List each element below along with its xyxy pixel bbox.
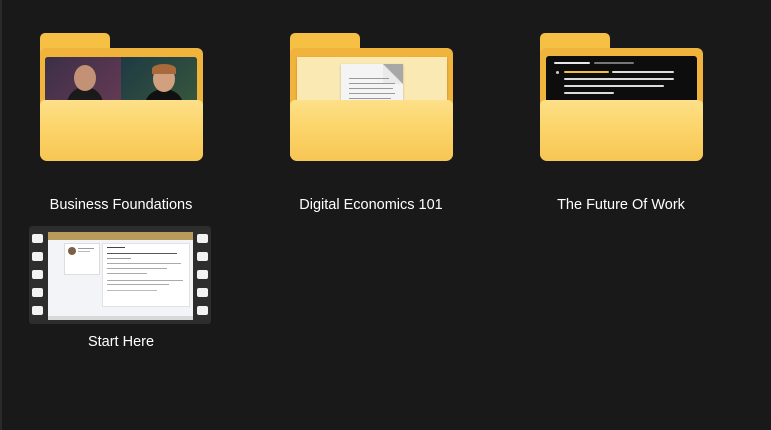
slide-text-line xyxy=(612,71,674,73)
text-line xyxy=(107,263,181,264)
film-sprocket xyxy=(32,270,43,279)
text-line xyxy=(107,290,157,291)
file-explorer-view: Business Foundations Digital Economics 1… xyxy=(0,0,771,430)
folder-front xyxy=(290,100,453,161)
webpage-thumbnail xyxy=(48,232,193,320)
video-file-icon xyxy=(21,224,221,324)
film-strip xyxy=(29,226,211,324)
folder-front xyxy=(540,100,703,161)
film-sprocket xyxy=(32,306,43,315)
film-sprocket xyxy=(197,234,208,243)
text-line xyxy=(107,247,125,248)
folder-icon xyxy=(521,30,721,165)
text-line xyxy=(349,78,389,79)
page-corner-fold xyxy=(383,64,403,84)
page-header-bar xyxy=(48,232,193,240)
folder-icon xyxy=(21,30,221,165)
folder-business-foundations[interactable]: Business Foundations xyxy=(21,30,221,220)
folder-digital-economics-101[interactable]: Digital Economics 101 xyxy=(271,30,471,220)
film-sprocket xyxy=(197,306,208,315)
text-line xyxy=(78,251,90,252)
profile-card xyxy=(64,243,100,275)
folder-icon xyxy=(271,30,471,165)
text-line xyxy=(107,284,169,285)
film-sprocket xyxy=(32,288,43,297)
text-line xyxy=(107,253,177,254)
folder-front xyxy=(40,100,203,161)
film-sprocket xyxy=(197,288,208,297)
profile-avatar xyxy=(68,247,76,255)
text-line xyxy=(349,98,391,99)
text-line xyxy=(107,268,167,269)
folder-label: Business Foundations xyxy=(49,197,193,213)
film-sprocket xyxy=(197,270,208,279)
slide-text-line xyxy=(564,92,614,94)
folder-the-future-of-work[interactable]: The Future Of Work xyxy=(521,30,721,220)
text-line xyxy=(78,248,94,249)
film-sprocket xyxy=(197,252,208,261)
slide-text-highlight xyxy=(564,71,609,73)
slide-heading-line xyxy=(554,62,590,64)
slide-text-line xyxy=(564,85,664,87)
text-line xyxy=(107,273,147,274)
pane-divider xyxy=(0,0,2,430)
text-line xyxy=(107,280,183,281)
film-sprocket xyxy=(32,252,43,261)
participant-right-hair xyxy=(152,64,176,74)
slide-subheading-line xyxy=(594,62,634,64)
folder-label: The Future Of Work xyxy=(557,197,685,213)
slide-text-line xyxy=(564,78,674,80)
film-sprocket xyxy=(32,234,43,243)
participant-left-head xyxy=(74,65,96,91)
bullet-dot xyxy=(556,71,559,74)
text-line xyxy=(349,93,395,94)
video-start-here[interactable]: Start Here xyxy=(21,224,221,354)
video-progress-track xyxy=(48,316,193,320)
folder-label: Digital Economics 101 xyxy=(299,197,443,213)
text-line xyxy=(349,88,393,89)
video-label: Start Here xyxy=(87,334,155,350)
content-card xyxy=(102,243,190,307)
text-line xyxy=(349,83,395,84)
text-line xyxy=(107,258,131,259)
